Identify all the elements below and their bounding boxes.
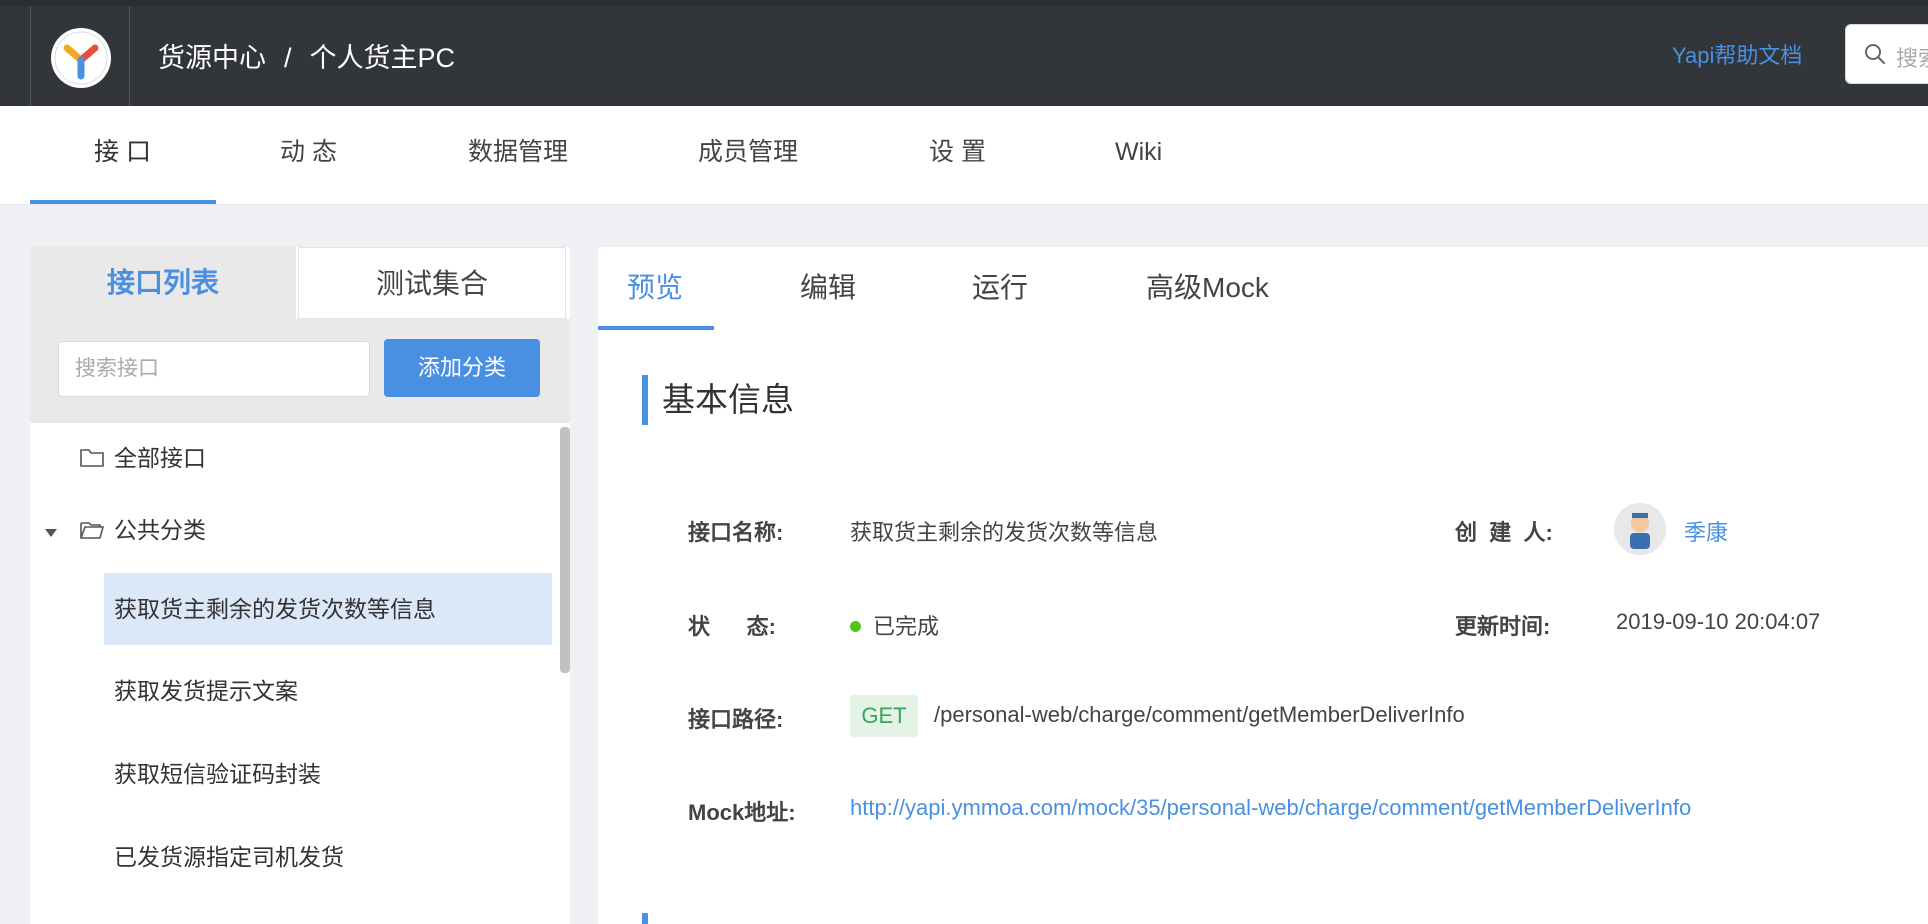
yapi-logo-icon[interactable] — [51, 28, 111, 88]
tree-item-tip-text[interactable]: 获取发货提示文案 — [104, 655, 552, 727]
tree-item-assign-driver[interactable]: 已发货源指定司机发货 — [104, 821, 552, 893]
tab-wiki[interactable]: Wiki — [1115, 106, 1162, 204]
folder-open-icon — [80, 522, 104, 539]
tree-node-label: 公共分类 — [114, 517, 206, 543]
creator-label: 创 建 人: — [1455, 520, 1553, 545]
active-tab-indicator — [30, 200, 216, 204]
tab-run[interactable]: 运行 — [972, 247, 1028, 329]
status-text: 已完成 — [873, 614, 940, 639]
creator-name-link[interactable]: 季康 — [1684, 515, 1728, 547]
tab-settings[interactable]: 设 置 — [929, 106, 986, 204]
tab-edit[interactable]: 编辑 — [800, 247, 856, 329]
tree-node-label: 全部接口 — [114, 445, 206, 471]
help-docs-link[interactable]: Yapi帮助文档 — [1672, 38, 1802, 70]
breadcrumb-separator: / — [284, 43, 292, 73]
status-label: 状 态: — [688, 614, 777, 639]
interface-path-label: 接口路径: — [688, 707, 784, 732]
interface-detail: 预览 编辑 运行 高级Mock 基本信息 接口名称: 获取货主剩余的发货次数等信… — [598, 247, 1928, 924]
active-tab-indicator — [598, 326, 714, 330]
interface-search-input[interactable] — [58, 341, 370, 397]
breadcrumb-project[interactable]: 个人货主PC — [310, 43, 456, 73]
tree-item-sms-code[interactable]: 获取短信验证码封装 — [104, 738, 552, 810]
mock-url-link[interactable]: http://yapi.ymmoa.com/mock/35/personal-w… — [850, 795, 1691, 821]
logo-container[interactable] — [30, 6, 130, 106]
search-icon — [1865, 44, 1885, 64]
scrollbar[interactable] — [560, 427, 570, 673]
tab-advanced-mock[interactable]: 高级Mock — [1146, 247, 1269, 329]
global-search-placeholder: 搜索 — [1896, 46, 1928, 71]
tab-test-collection[interactable]: 测试集合 — [298, 247, 566, 319]
tab-activity[interactable]: 动 态 — [280, 106, 337, 204]
tab-interface-list[interactable]: 接口列表 — [30, 247, 296, 319]
updated-time-label: 更新时间: — [1455, 614, 1551, 639]
folder-icon — [80, 449, 104, 467]
header-edge — [0, 0, 1928, 6]
breadcrumb-group[interactable]: 货源中心 — [158, 43, 266, 73]
interface-path-value: /personal-web/charge/comment/getMemberDe… — [934, 702, 1465, 727]
tab-data-management[interactable]: 数据管理 — [468, 106, 568, 204]
caret-down-icon[interactable] — [44, 527, 58, 539]
interface-tree: 全部接口 公共分类 获取货主剩余的发货次数等信息 获取发货提示文案 获取短信验证… — [30, 423, 570, 924]
avatar[interactable] — [1614, 503, 1666, 555]
tab-preview[interactable]: 预览 — [627, 247, 683, 329]
updated-time-value: 2019-09-10 20:04:07 — [1616, 609, 1821, 634]
interface-sidebar: 接口列表 测试集合 添加分类 全部接口 公共分类 获取货主剩余的发货次数等信息 … — [30, 247, 570, 924]
add-category-button[interactable]: 添加分类 — [384, 339, 540, 397]
method-badge: GET — [850, 695, 918, 737]
status-badge: 已完成 — [850, 609, 939, 641]
tree-item-remaining-info[interactable]: 获取货主剩余的发货次数等信息 — [104, 573, 552, 645]
breadcrumb: 货源中心 / 个人货主PC — [158, 36, 455, 75]
tree-node-category[interactable]: 公共分类 — [80, 511, 206, 545]
tree-node-all[interactable]: 全部接口 — [80, 439, 206, 473]
tab-interface[interactable]: 接 口 — [94, 106, 151, 204]
user-avatar-icon — [1614, 503, 1666, 555]
status-dot-icon — [850, 621, 861, 632]
mock-url-label: Mock地址: — [688, 800, 796, 825]
interface-name-label: 接口名称: — [688, 520, 784, 545]
next-section-marker — [642, 913, 648, 924]
top-header: 货源中心 / 个人货主PC Yapi帮助文档 搜索 — [0, 0, 1928, 106]
sidebar-toolbar: 添加分类 — [30, 319, 570, 423]
tab-member-management[interactable]: 成员管理 — [698, 106, 798, 204]
project-nav: 接 口 动 态 数据管理 成员管理 设 置 Wiki — [0, 106, 1928, 205]
interface-name-value: 获取货主剩余的发货次数等信息 — [850, 520, 1159, 545]
section-title-basic-info: 基本信息 — [642, 375, 794, 425]
global-search-input[interactable]: 搜索 — [1845, 24, 1928, 84]
